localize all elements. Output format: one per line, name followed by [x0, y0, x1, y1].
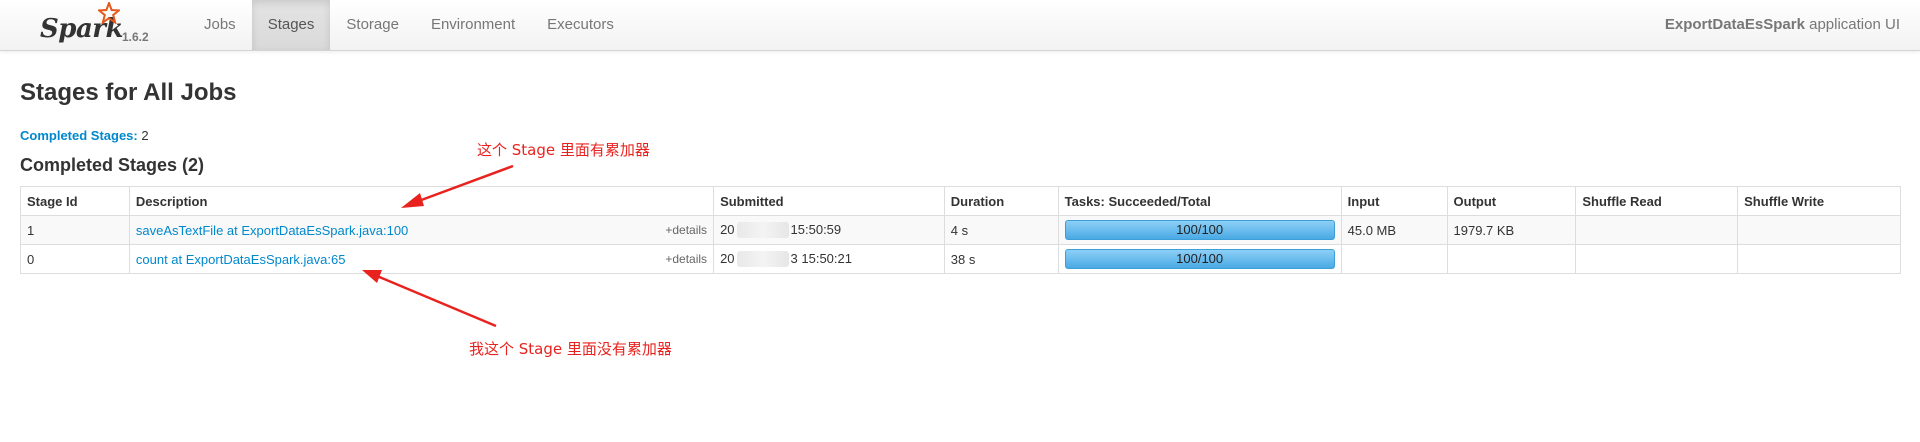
annotation-arrows — [362, 164, 514, 328]
arrow-bottom — [362, 270, 497, 328]
arrow-top — [401, 164, 514, 208]
